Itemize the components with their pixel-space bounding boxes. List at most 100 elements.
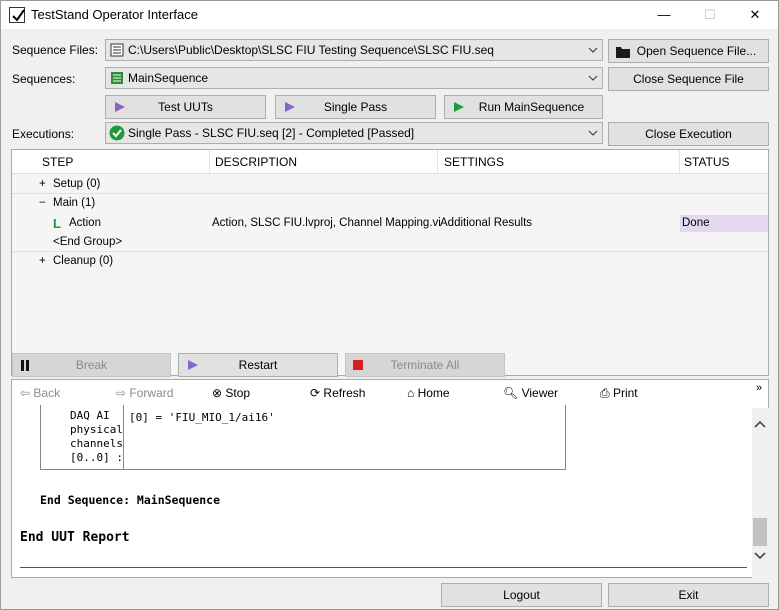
break-label: Break xyxy=(75,358,108,372)
play-purple-icon xyxy=(285,102,295,112)
terminate-all-button[interactable]: Terminate All xyxy=(345,353,505,377)
column-header-settings[interactable]: SETTINGS xyxy=(444,155,504,169)
column-divider xyxy=(209,150,210,174)
column-divider xyxy=(679,150,680,174)
parameter-label: DAQ AI physical channels [0..0] : xyxy=(70,409,123,464)
step-name: Setup (0) xyxy=(53,178,101,190)
column-header-description[interactable]: DESCRIPTION xyxy=(215,155,297,169)
close-execution-button[interactable]: Close Execution xyxy=(608,122,769,146)
printer-icon: ⎙ xyxy=(600,386,610,400)
scroll-down-arrow-icon[interactable] xyxy=(754,552,766,560)
single-pass-button[interactable]: Single Pass xyxy=(275,95,436,119)
home-icon: ⌂ xyxy=(407,386,415,400)
exit-button[interactable]: Exit xyxy=(608,583,769,607)
test-uuts-button[interactable]: Test UUTs xyxy=(105,95,266,119)
operator-interface-window: TestStand Operator Interface — ☐ ✕ Seque… xyxy=(0,0,779,610)
step-settings: Additional Results xyxy=(440,217,533,229)
print-button[interactable]: ⎙ Print xyxy=(600,386,638,401)
close-window-button[interactable]: ✕ xyxy=(732,1,778,29)
window-title: TestStand Operator Interface xyxy=(31,7,198,22)
run-mainsequence-label: Run MainSequence xyxy=(478,100,585,114)
sequence-files-combobox[interactable]: C:\Users\Public\Desktop\SLSC FIU Testing… xyxy=(105,39,603,61)
restart-label: Restart xyxy=(238,358,278,372)
forward-button[interactable]: ⇨ Forward xyxy=(116,386,173,400)
step-name: Action xyxy=(69,217,101,229)
sequences-label: Sequences: xyxy=(12,72,76,86)
table-row[interactable]: − Main (1) xyxy=(12,194,768,213)
chevron-down-icon xyxy=(588,75,598,81)
table-row[interactable]: L Action Action, SLSC FIU.lvproj, Channe… xyxy=(12,214,768,233)
teststand-checkbox-icon xyxy=(9,7,25,23)
maximize-button[interactable]: ☐ xyxy=(687,1,733,29)
break-button[interactable]: Break xyxy=(12,353,171,377)
table-row[interactable]: + Setup (0) xyxy=(12,175,768,194)
step-name: <End Group> xyxy=(53,236,123,248)
step-status: Done xyxy=(682,217,710,229)
executions-value: Single Pass - SLSC FIU.seq [2] - Complet… xyxy=(128,126,415,140)
logout-button[interactable]: Logout xyxy=(441,583,602,607)
stop-icon: ⊗ xyxy=(212,386,223,400)
back-label: Back xyxy=(33,386,61,400)
sequence-files-label: Sequence Files: xyxy=(12,43,99,57)
back-button[interactable]: ⇦ Back xyxy=(20,386,60,400)
title-bar: TestStand Operator Interface — ☐ ✕ xyxy=(1,1,778,29)
close-sequence-file-button[interactable]: Close Sequence File xyxy=(608,67,769,91)
grid-header: STEP DESCRIPTION SETTINGS STATUS xyxy=(12,150,768,174)
play-green-icon xyxy=(454,102,464,112)
step-description: Action, SLSC FIU.lvproj, Channel Mapping… xyxy=(212,217,441,229)
magnifier-icon: 🔍︎ xyxy=(503,386,519,400)
chevron-down-icon xyxy=(588,130,598,136)
open-sequence-file-button[interactable]: Open Sequence File... xyxy=(608,39,769,63)
stop-button[interactable]: ⊗ Stop xyxy=(212,386,250,400)
home-button[interactable]: ⌂ Home xyxy=(407,386,450,400)
pause-icon xyxy=(21,360,29,371)
step-name: Main (1) xyxy=(53,197,96,209)
play-purple-icon xyxy=(115,102,125,112)
sequences-combobox[interactable]: MainSequence xyxy=(105,67,603,89)
expand-toggle[interactable]: + xyxy=(39,178,46,190)
scrollbar-thumb[interactable] xyxy=(753,518,767,546)
report-rule xyxy=(20,567,747,568)
end-sequence-heading: End Sequence: MainSequence xyxy=(40,493,221,507)
run-mainsequence-button[interactable]: Run MainSequence xyxy=(444,95,603,119)
step-name: Cleanup (0) xyxy=(53,255,114,267)
restart-button[interactable]: Restart xyxy=(178,353,338,377)
sequence-file-icon xyxy=(110,43,124,60)
forward-arrow-icon: ⇨ xyxy=(116,386,127,400)
executions-combobox[interactable]: Single Pass - SLSC FIU.seq [2] - Complet… xyxy=(105,122,603,144)
minimize-button[interactable]: — xyxy=(641,1,687,29)
column-divider xyxy=(437,150,438,174)
collapse-toggle[interactable]: − xyxy=(39,197,46,209)
scroll-up-arrow-icon[interactable] xyxy=(754,420,766,428)
home-label: Home xyxy=(417,386,450,400)
back-arrow-icon: ⇦ xyxy=(20,386,31,400)
end-uut-report-heading: End UUT Report xyxy=(20,530,130,545)
folder-icon xyxy=(615,44,631,66)
parameter-value: [0] = 'FIU_MIO_1/ai16' xyxy=(129,411,275,424)
column-header-step[interactable]: STEP xyxy=(42,155,73,169)
viewer-label: Viewer xyxy=(521,386,559,400)
passed-check-icon xyxy=(109,125,125,144)
refresh-label: Refresh xyxy=(323,386,366,400)
toolbar-overflow-button[interactable]: » xyxy=(756,382,762,394)
play-purple-icon xyxy=(188,360,198,370)
report-parameter-table: DAQ AI physical channels [0..0] : [0] = … xyxy=(40,405,566,470)
sequence-grid-icon xyxy=(110,71,124,88)
refresh-button[interactable]: ⟳ Refresh xyxy=(310,386,365,400)
stop-label: Stop xyxy=(225,386,251,400)
table-row[interactable]: <End Group> xyxy=(12,233,768,252)
viewer-button[interactable]: 🔍︎ Viewer xyxy=(503,386,558,400)
test-uuts-label: Test UUTs xyxy=(158,100,213,114)
stop-red-icon xyxy=(353,360,363,370)
report-viewer: ⇦ Back ⇨ Forward ⊗ Stop ⟳ Refresh ⌂ Home… xyxy=(11,379,769,578)
table-row[interactable]: + Cleanup (0) xyxy=(12,252,768,271)
sequences-value: MainSequence xyxy=(128,71,209,85)
single-pass-label: Single Pass xyxy=(323,100,388,114)
action-step-icon: L xyxy=(53,216,61,231)
execution-steps-grid: STEP DESCRIPTION SETTINGS STATUS + Setup… xyxy=(11,149,769,376)
open-sequence-file-label: Open Sequence File... xyxy=(636,44,757,58)
column-header-status[interactable]: STATUS xyxy=(684,155,730,169)
print-label: Print xyxy=(612,386,638,400)
table-divider xyxy=(123,405,124,469)
expand-toggle[interactable]: + xyxy=(39,255,46,267)
